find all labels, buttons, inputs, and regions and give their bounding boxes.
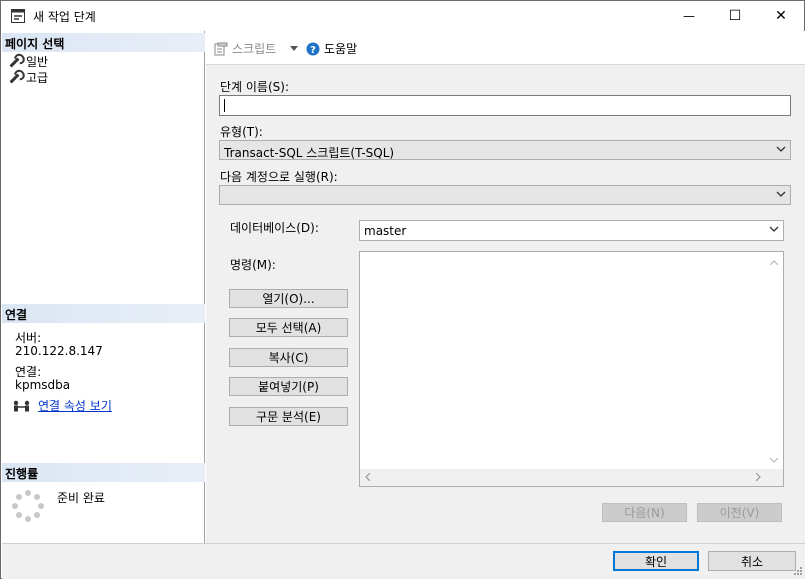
- window-icon: [11, 9, 25, 23]
- scroll-left-icon[interactable]: [365, 473, 370, 481]
- ok-button[interactable]: 확인: [613, 551, 699, 571]
- type-select[interactable]: Transact-SQL 스크립트(T-SQL): [219, 140, 791, 160]
- window-title: 새 작업 단계: [33, 10, 96, 24]
- previous-button[interactable]: 이전(V): [697, 503, 782, 522]
- progress-status: 준비 완료: [57, 491, 105, 505]
- connection-properties-icon: [13, 400, 30, 412]
- close-icon: ✕: [775, 8, 787, 24]
- cancel-button[interactable]: 취소: [708, 551, 796, 571]
- chevron-down-icon: [776, 146, 786, 152]
- next-button[interactable]: 다음(N): [602, 503, 687, 522]
- scroll-corner: [766, 469, 783, 486]
- select-all-button[interactable]: 모두 선택(A): [229, 318, 348, 337]
- database-value: master: [364, 224, 407, 238]
- command-textarea[interactable]: [359, 251, 784, 487]
- close-button[interactable]: ✕: [758, 1, 804, 31]
- connection-value: kpmsdba: [15, 378, 71, 392]
- toolbar: 스크립트 ? 도움말: [206, 31, 805, 65]
- maximize-button[interactable]: ☐: [712, 1, 758, 31]
- help-label: 도움말: [324, 42, 358, 56]
- svg-text:?: ?: [310, 45, 316, 56]
- text-cursor: [224, 99, 225, 112]
- dialog-footer: 확인 취소: [2, 543, 805, 579]
- server-value: 210.122.8.147: [15, 344, 103, 358]
- open-button[interactable]: 열기(O)...: [229, 289, 348, 308]
- page-item-general[interactable]: 일반: [8, 53, 48, 69]
- step-name-input[interactable]: [219, 95, 791, 116]
- command-label: 명령(M):: [230, 258, 276, 272]
- minimize-icon: —: [683, 9, 695, 23]
- type-value: Transact-SQL 스크립트(T-SQL): [224, 146, 395, 160]
- copy-button[interactable]: 복사(C): [229, 348, 348, 367]
- script-button[interactable]: 스크립트: [214, 40, 276, 57]
- paste-button[interactable]: 붙여넣기(P): [229, 377, 348, 396]
- connection-label: 연결:: [15, 365, 42, 379]
- run-as-select[interactable]: [219, 185, 791, 205]
- progress-spinner-icon: [12, 490, 44, 522]
- chevron-down-icon: [776, 191, 786, 197]
- wrench-icon: [8, 55, 21, 68]
- title-bar: 새 작업 단계 — ☐ ✕: [1, 1, 804, 31]
- page-item-label: 고급: [26, 70, 49, 85]
- step-name-label: 단계 이름(S):: [220, 80, 289, 94]
- view-connection-properties-link[interactable]: 연결 속성 보기: [38, 397, 112, 414]
- resize-grip-icon[interactable]: [791, 566, 803, 578]
- server-label: 서버:: [15, 331, 42, 345]
- dropdown-arrow-icon[interactable]: [290, 46, 298, 51]
- database-select[interactable]: master: [359, 220, 784, 241]
- scroll-up-icon[interactable]: [770, 260, 778, 265]
- scroll-right-icon[interactable]: [756, 473, 761, 481]
- wrench-icon: [8, 71, 21, 84]
- progress-header: 진행률: [2, 463, 205, 482]
- database-label: 데이터베이스(D):: [230, 221, 319, 235]
- chevron-down-icon: [769, 226, 779, 232]
- page-select-header: 페이지 선택: [2, 33, 205, 52]
- dialog-window: 새 작업 단계 — ☐ ✕ 페이지 선택 일반 고급 연결 서버: 210.12…: [0, 0, 805, 579]
- maximize-icon: ☐: [728, 8, 742, 24]
- script-icon: [214, 42, 228, 55]
- help-button[interactable]: ? 도움말: [306, 40, 357, 57]
- right-panel: 스크립트 ? 도움말 단계 이름(S): 유형(T): Transact-SQL…: [206, 31, 805, 543]
- minimize-button[interactable]: —: [666, 1, 712, 31]
- scroll-down-icon[interactable]: [770, 458, 778, 463]
- run-as-label: 다음 계정으로 실행(R):: [220, 170, 338, 184]
- left-panel: 페이지 선택 일반 고급 연결 서버: 210.122.8.147 연결: kp…: [2, 31, 205, 543]
- page-item-label: 일반: [26, 54, 49, 69]
- help-icon: ?: [306, 42, 320, 56]
- type-label: 유형(T):: [220, 125, 263, 139]
- connection-header: 연결: [2, 304, 205, 323]
- page-item-advanced[interactable]: 고급: [8, 69, 48, 85]
- script-label: 스크립트: [232, 42, 277, 56]
- vertical-scrollbar[interactable]: [766, 252, 783, 469]
- horizontal-scrollbar[interactable]: [360, 469, 766, 486]
- parse-button[interactable]: 구문 분석(E): [229, 407, 348, 426]
